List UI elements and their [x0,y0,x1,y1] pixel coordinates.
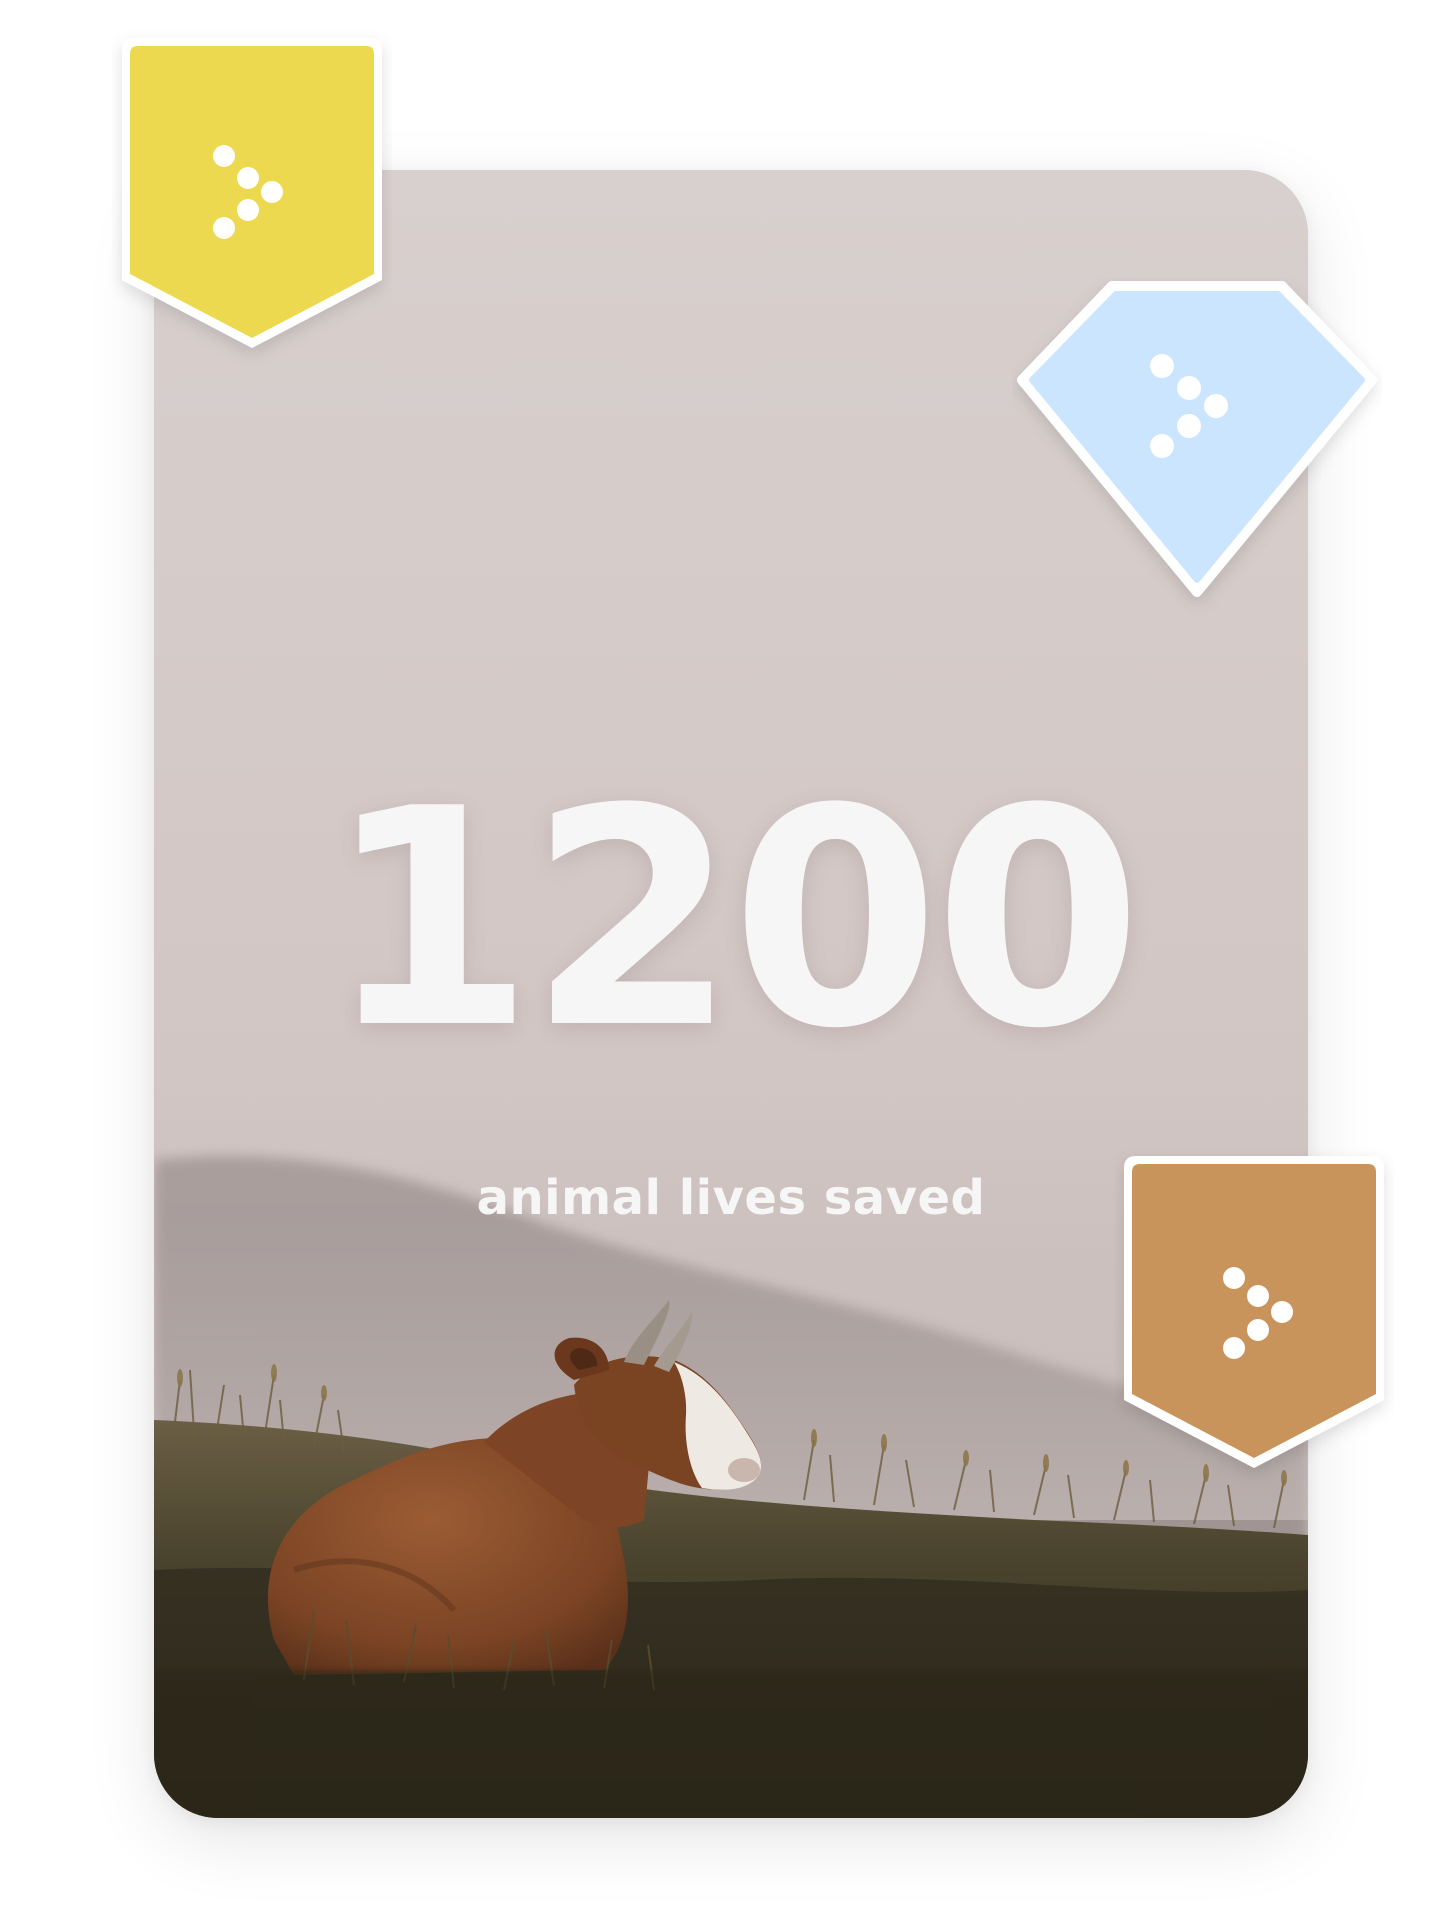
yellow-badge [122,38,382,348]
orange-badge [1124,1156,1384,1468]
stat-value: 1200 [325,745,1143,1094]
blue-badge [1017,281,1377,597]
